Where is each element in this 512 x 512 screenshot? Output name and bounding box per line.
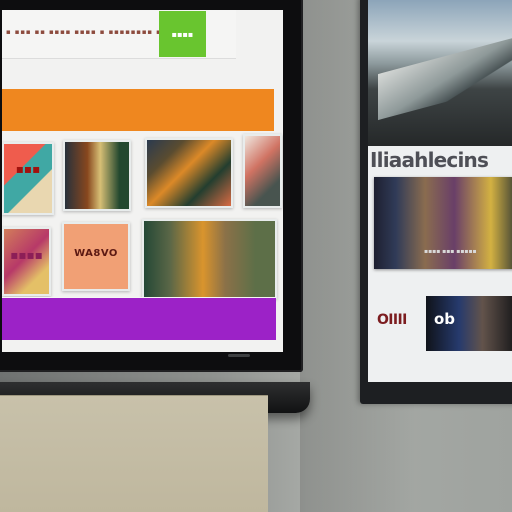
feature-caption: ▪▪▪▪ ▪▪▪ ▪▪▪▪▪ — [424, 248, 477, 255]
orange-banner — [2, 89, 274, 131]
search-button[interactable]: ▪▪▪▪ — [159, 11, 206, 57]
tv-logo — [228, 354, 250, 357]
side-tv: Iliaahlecins ▪▪▪▪ ▪▪▪ ▪▪▪▪▪ OIIII ob — [360, 0, 512, 404]
content-tile[interactable]: WA8VO — [62, 222, 130, 291]
content-tile[interactable] — [63, 140, 131, 211]
tile-label: WA8VO — [74, 248, 118, 259]
living-room-tv-scene: ▪ ▪▪▪ ▪▪ ▪▪▪▪ ▪▪▪▪ ▪ ▪▪▪▪▪▪▪▪ ▪▪ ▪▪▪▪ ▪▪… — [0, 0, 512, 512]
purple-banner — [2, 298, 276, 340]
feature-image[interactable]: ▪▪▪▪ ▪▪▪ ▪▪▪▪▪ — [374, 177, 512, 269]
content-tile[interactable] — [142, 219, 277, 299]
side-thumbnail[interactable]: ob — [426, 296, 512, 351]
main-tv: ▪ ▪▪▪ ▪▪ ▪▪▪▪ ▪▪▪▪ ▪ ▪▪▪▪▪▪▪▪ ▪▪ ▪▪▪▪ ▪▪… — [0, 0, 303, 372]
content-tile[interactable]: ▪▪▪ — [2, 142, 54, 215]
side-tv-screen: Iliaahlecins ▪▪▪▪ ▪▪▪ ▪▪▪▪▪ OIIII ob — [368, 0, 512, 382]
search-text: ▪ ▪▪▪ ▪▪ ▪▪▪▪ ▪▪▪▪ ▪ ▪▪▪▪▪▪▪▪ ▪▪ — [6, 28, 168, 36]
side-thumbnail-label: ob — [434, 310, 456, 328]
mountain-image — [368, 0, 512, 146]
tile-label: ▪▪▪ — [15, 162, 41, 176]
side-logo: OIIII — [377, 312, 407, 328]
cabinet — [0, 395, 268, 512]
side-tv-title: Iliaahlecins — [370, 148, 489, 172]
tile-label: ▪▪▪▪ — [10, 248, 43, 262]
content-tile[interactable] — [145, 138, 233, 208]
search-bar[interactable]: ▪ ▪▪▪ ▪▪ ▪▪▪▪ ▪▪▪▪ ▪ ▪▪▪▪▪▪▪▪ ▪▪ ▪▪▪▪ — [2, 10, 236, 59]
content-tile[interactable]: ▪▪▪▪ — [2, 227, 51, 296]
main-tv-screen: ▪ ▪▪▪ ▪▪ ▪▪▪▪ ▪▪▪▪ ▪ ▪▪▪▪▪▪▪▪ ▪▪ ▪▪▪▪ ▪▪… — [2, 10, 283, 352]
content-tile[interactable] — [243, 134, 282, 208]
